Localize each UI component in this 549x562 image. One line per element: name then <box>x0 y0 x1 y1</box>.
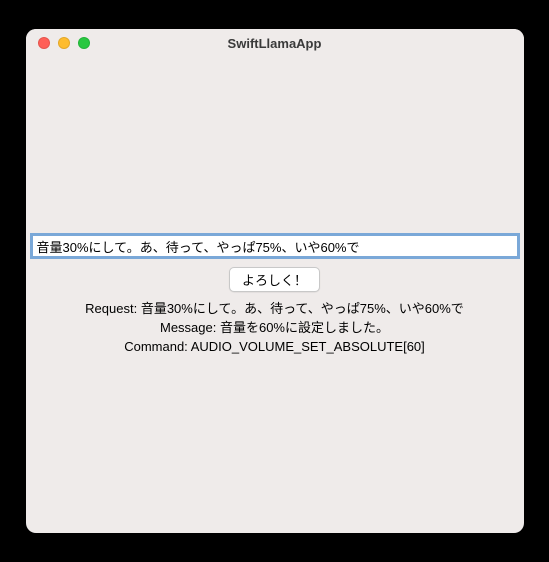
button-row: よろしく！ <box>26 267 524 292</box>
command-label: Command: <box>124 339 190 354</box>
message-value: 音量を60%に設定しました。 <box>220 320 389 335</box>
output-command: Command: AUDIO_VOLUME_SET_ABSOLUTE[60] <box>26 338 524 357</box>
submit-button[interactable]: よろしく！ <box>229 267 320 292</box>
output-message: Message: 音量を60%に設定しました。 <box>26 319 524 338</box>
request-value: 音量30%にして。あ、待って、やっぱ75%、いや60%で <box>141 301 464 316</box>
titlebar: SwiftLlamaApp <box>26 29 524 57</box>
spacer <box>26 57 524 235</box>
command-value: AUDIO_VOLUME_SET_ABSOLUTE[60] <box>191 339 425 354</box>
output-request: Request: 音量30%にして。あ、待って、やっぱ75%、いや60%で <box>26 300 524 319</box>
prompt-input[interactable] <box>32 235 518 257</box>
maximize-icon[interactable] <box>78 37 90 49</box>
request-label: Request: <box>85 301 141 316</box>
message-label: Message: <box>160 320 220 335</box>
close-icon[interactable] <box>38 37 50 49</box>
app-window: SwiftLlamaApp よろしく！ Request: 音量30%にして。あ、… <box>26 29 524 533</box>
output-area: Request: 音量30%にして。あ、待って、やっぱ75%、いや60%で Me… <box>26 300 524 357</box>
minimize-icon[interactable] <box>58 37 70 49</box>
content-area: よろしく！ Request: 音量30%にして。あ、待って、やっぱ75%、いや6… <box>26 57 524 533</box>
window-title: SwiftLlamaApp <box>26 36 524 51</box>
traffic-lights <box>26 37 90 49</box>
